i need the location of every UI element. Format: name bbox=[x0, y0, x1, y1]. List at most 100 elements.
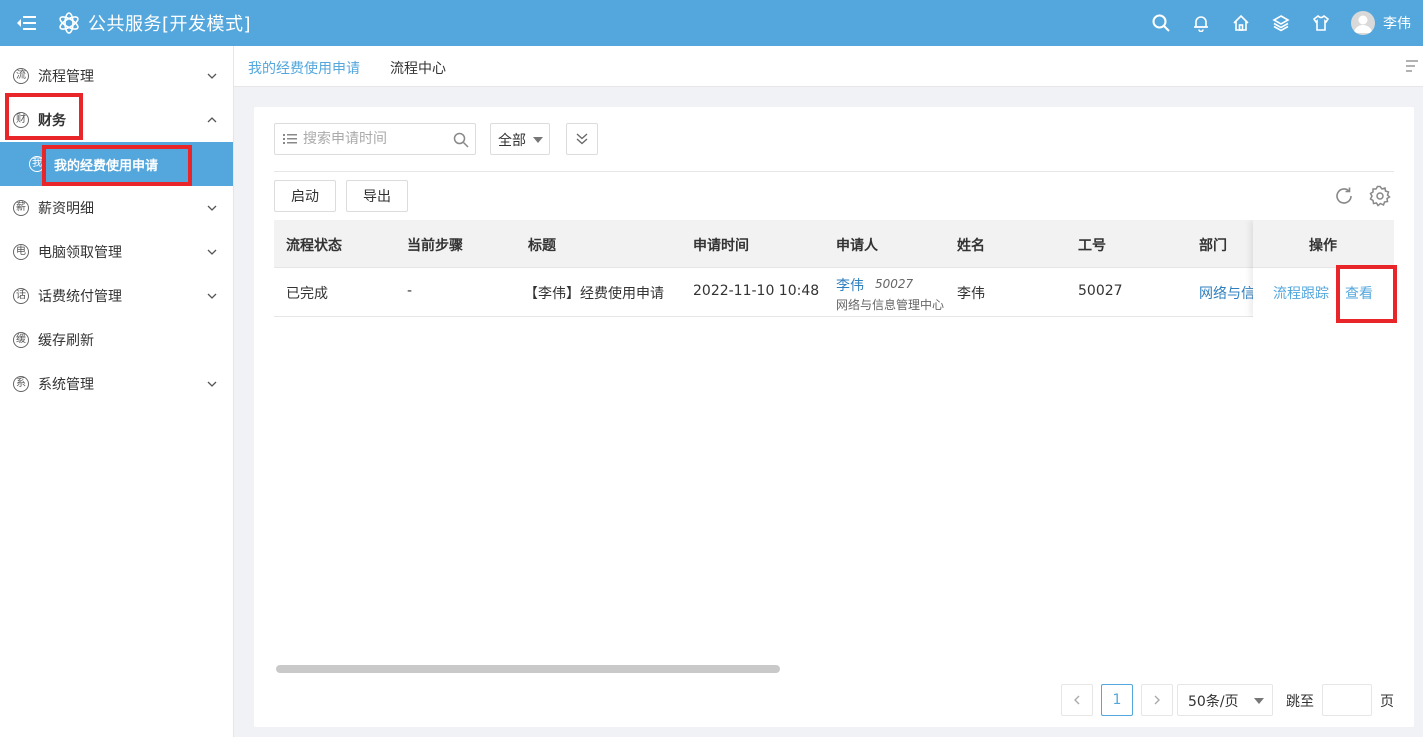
status-filter-value: 全部 bbox=[498, 133, 526, 149]
phone-bill-icon: 话 bbox=[13, 288, 29, 304]
column-header: 申请人 bbox=[836, 238, 878, 254]
cell-applicant-id: 50027 bbox=[875, 277, 914, 291]
sidebar-item-finance[interactable]: 财 财务 bbox=[0, 98, 233, 142]
prev-page-button[interactable] bbox=[1061, 684, 1093, 716]
sidebar-item-system-management[interactable]: 系 系统管理 bbox=[0, 362, 233, 406]
sidebar-item-phone-bill[interactable]: 话 话费统付管理 bbox=[0, 274, 233, 318]
page-size-value: 50条/页 bbox=[1188, 694, 1239, 710]
table-header: 流程状态 当前步骤 标题 申请时间 申请人 姓名 工号 部门 bbox=[274, 220, 1394, 268]
bell-icon[interactable] bbox=[1181, 0, 1221, 46]
chevron-down-icon bbox=[207, 73, 217, 79]
user-menu[interactable]: 李伟 bbox=[1351, 11, 1411, 35]
search-input[interactable] bbox=[303, 124, 453, 154]
table-row[interactable]: 已完成 - 【李伟】经费使用申请 2022-11-10 10:48 李伟 500… bbox=[274, 268, 1394, 317]
sidebar-item-label: 缓存刷新 bbox=[38, 333, 94, 349]
process-icon: 流 bbox=[13, 68, 29, 84]
breadcrumb-tabs: 我的经费使用申请 流程中心 bbox=[234, 46, 1423, 87]
chevron-down-icon bbox=[207, 381, 217, 387]
content-card: 全部 启动 导出 流程状态 当前步骤 标题 申请时间 申请人 姓名 工号 部门 … bbox=[254, 107, 1414, 727]
gear-icon[interactable] bbox=[1369, 185, 1391, 207]
page-number-current[interactable]: 1 bbox=[1101, 684, 1133, 716]
horizontal-scrollbar[interactable] bbox=[276, 665, 780, 673]
actions-column: 操作 流程跟踪 查看 bbox=[1253, 220, 1394, 317]
cell-apply-time: 2022-11-10 10:48 bbox=[693, 283, 820, 299]
start-button[interactable]: 启动 bbox=[274, 180, 336, 212]
page-suffix-label: 页 bbox=[1380, 694, 1394, 710]
caret-down-icon bbox=[1254, 698, 1264, 704]
column-header: 工号 bbox=[1078, 238, 1106, 254]
sidebar-item-my-expense-application[interactable]: 我 我的经费使用申请 bbox=[0, 142, 233, 186]
expense-icon: 我 bbox=[29, 156, 45, 172]
cell-title: 【李伟】经费使用申请 bbox=[524, 286, 664, 302]
sidebar-item-label: 我的经费使用申请 bbox=[54, 158, 159, 174]
sidebar-item-salary-details[interactable]: 薪 薪资明细 bbox=[0, 186, 233, 230]
search-icon[interactable] bbox=[453, 132, 469, 148]
column-header-actions: 操作 bbox=[1309, 238, 1337, 254]
cell-employee-number: 50027 bbox=[1078, 283, 1123, 299]
double-chevron-down-icon bbox=[576, 133, 588, 145]
sidebar-item-label: 系统管理 bbox=[38, 377, 94, 393]
actions-header: 操作 bbox=[1253, 220, 1394, 268]
page-size-select[interactable]: 50条/页 bbox=[1177, 684, 1273, 716]
cache-icon: 缓 bbox=[13, 332, 29, 348]
menu-toggle-icon[interactable] bbox=[0, 0, 54, 46]
toolbar-divider bbox=[274, 171, 1394, 172]
next-page-button[interactable] bbox=[1141, 684, 1173, 716]
chevron-left-icon bbox=[1074, 695, 1080, 705]
search-box bbox=[274, 123, 476, 155]
column-header: 流程状态 bbox=[286, 238, 342, 254]
jump-page-input[interactable] bbox=[1322, 684, 1372, 716]
app-title: 公共服务[开发模式] bbox=[88, 14, 252, 35]
computer-icon: 电 bbox=[13, 244, 29, 260]
search-icon[interactable] bbox=[1141, 0, 1181, 46]
caret-down-icon bbox=[533, 137, 543, 143]
export-button[interactable]: 导出 bbox=[346, 180, 408, 212]
list-icon bbox=[283, 134, 297, 144]
layers-icon[interactable] bbox=[1261, 0, 1301, 46]
cell-department[interactable]: 网络与信 bbox=[1199, 283, 1255, 303]
chevron-down-icon bbox=[207, 293, 217, 299]
sidebar-item-label: 电脑领取管理 bbox=[38, 245, 122, 261]
cell-name: 李伟 bbox=[957, 286, 985, 302]
jump-to-label: 跳至 bbox=[1286, 694, 1314, 710]
system-icon: 系 bbox=[13, 376, 29, 392]
sidebar-item-label: 流程管理 bbox=[38, 69, 94, 85]
track-process-link[interactable]: 流程跟踪 bbox=[1273, 283, 1329, 303]
sidebar: 流 流程管理 财 财务 我 我的经费使用申请 薪 薪资明细 电 电脑领取管理 话… bbox=[0, 46, 234, 737]
username: 李伟 bbox=[1383, 16, 1411, 32]
sidebar-item-label: 财务 bbox=[38, 113, 66, 129]
sidebar-item-label: 薪资明细 bbox=[38, 201, 94, 217]
chevron-up-icon bbox=[207, 117, 217, 123]
sidebar-item-computer-collection[interactable]: 电 电脑领取管理 bbox=[0, 230, 233, 274]
top-bar: 公共服务[开发模式] 李伟 bbox=[0, 0, 1423, 46]
top-bar-actions: 李伟 bbox=[1141, 0, 1423, 46]
sidebar-item-process-management[interactable]: 流 流程管理 bbox=[0, 54, 233, 98]
chevron-down-icon bbox=[207, 249, 217, 255]
column-header: 申请时间 bbox=[693, 238, 749, 254]
column-header: 姓名 bbox=[957, 238, 985, 254]
salary-icon: 薪 bbox=[13, 200, 29, 216]
sidebar-item-label: 话费统付管理 bbox=[38, 289, 122, 305]
status-filter-select[interactable]: 全部 bbox=[490, 123, 550, 155]
avatar bbox=[1351, 11, 1375, 35]
cell-applicant-dept: 网络与信息管理中心 bbox=[836, 298, 945, 312]
view-link[interactable]: 查看 bbox=[1345, 283, 1373, 303]
column-header: 部门 bbox=[1199, 238, 1227, 254]
refresh-icon[interactable] bbox=[1334, 186, 1354, 206]
column-header: 标题 bbox=[528, 238, 556, 254]
cell-step: - bbox=[407, 283, 413, 299]
expand-filters-button[interactable] bbox=[566, 123, 598, 155]
sidebar-item-cache-refresh[interactable]: 缓 缓存刷新 bbox=[0, 318, 233, 362]
tab-my-expense-application[interactable]: 我的经费使用申请 bbox=[248, 58, 360, 78]
tab-process-center[interactable]: 流程中心 bbox=[390, 58, 446, 78]
tabs-menu-icon[interactable] bbox=[1405, 58, 1419, 74]
data-table: 流程状态 当前步骤 标题 申请时间 申请人 姓名 工号 部门 已完成 - 【李伟… bbox=[274, 220, 1394, 317]
home-icon[interactable] bbox=[1221, 0, 1261, 46]
shirt-icon[interactable] bbox=[1301, 0, 1341, 46]
cell-applicant-name[interactable]: 李伟 bbox=[836, 275, 864, 295]
chevron-right-icon bbox=[1154, 695, 1160, 705]
logo-icon bbox=[56, 10, 82, 36]
finance-icon: 财 bbox=[13, 112, 29, 128]
chevron-down-icon bbox=[207, 205, 217, 211]
column-header: 当前步骤 bbox=[407, 238, 463, 254]
